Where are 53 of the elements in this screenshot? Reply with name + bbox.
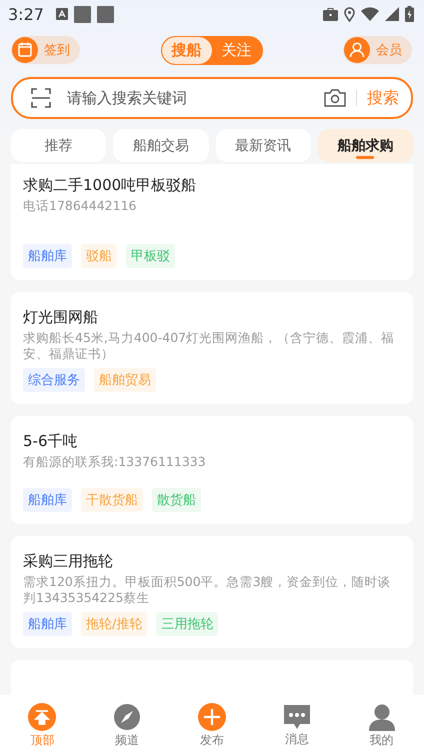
post-title: 灯光围网船 bbox=[23, 307, 99, 328]
post-description: 需求120系扭力。甲板面积500平。急需3艘，资金到位，随时谈判13435354225蔡生 bbox=[23, 574, 392, 606]
tag: 三用拖轮 bbox=[156, 612, 218, 636]
tag: 散货船 bbox=[152, 488, 201, 512]
person-icon bbox=[344, 37, 370, 63]
post-card[interactable]: 灯光围网船 求购船长45米,马力400-407灯光围网渔船，（含宁德、霞浦、福安、福鼎证书） 综合服务 船舶贸易 bbox=[11, 292, 413, 404]
toggle-tab[interactable]: 关注 bbox=[212, 36, 262, 64]
tag: 干散货船 bbox=[81, 488, 143, 512]
tag: 船舶库 bbox=[23, 488, 72, 512]
post-card[interactable]: 采购三用拖轮 需求120系扭力。甲板面积500平。急需3艘，资金到位，随时谈判13435354225蔡生 船舶库 拖轮/推轮 三用拖轮 bbox=[11, 536, 413, 648]
status-time: 3:27 bbox=[8, 4, 44, 24]
briefcase-icon bbox=[323, 8, 338, 20]
person-icon bbox=[368, 703, 396, 731]
notification-icon bbox=[96, 6, 114, 22]
post-description: 有船源的联系我:13376111333 bbox=[23, 454, 207, 471]
toggle-tab[interactable]: 搜船 bbox=[162, 36, 212, 64]
post-card[interactable]: 5-6千吨 有船源的联系我:13376111333 船舶库 干散货船 散货船 bbox=[11, 416, 413, 524]
search-button[interactable]: 搜索 bbox=[367, 88, 399, 108]
tag: 船舶贸易 bbox=[94, 368, 156, 392]
notification-icon bbox=[74, 6, 91, 22]
camera-icon[interactable] bbox=[324, 89, 346, 107]
battery-icon bbox=[405, 6, 414, 22]
nav-item[interactable]: 我的 bbox=[339, 703, 424, 747]
post-title: 采购三用拖轮 bbox=[23, 551, 114, 572]
nav-item[interactable]: 发布 bbox=[170, 703, 254, 747]
post-description: 电话17864442116 bbox=[23, 198, 138, 215]
nav-item[interactable]: 频道 bbox=[84, 703, 170, 747]
scan-icon bbox=[31, 88, 51, 108]
compass-icon bbox=[113, 703, 142, 731]
wifi-icon bbox=[361, 7, 379, 21]
calendar-icon bbox=[12, 37, 38, 63]
tag: 综合服务 bbox=[23, 368, 85, 392]
post-description: 求购船长45米,马力400-407灯光围网渔船，（含宁德、霞浦、福安、福鼎证书） bbox=[23, 330, 396, 362]
post-title: 5-6千吨 bbox=[23, 431, 78, 452]
nav-item[interactable]: 消息 bbox=[254, 704, 340, 746]
category-tab[interactable]: 船舶交易 bbox=[113, 129, 208, 162]
tag: 甲板驳 bbox=[126, 244, 175, 268]
post-title: 求购二手1000吨甲板驳船 bbox=[23, 175, 198, 196]
post-card[interactable]: 求购二手1000吨甲板驳船 电话17864442116 船舶库 驳船 甲板驳 bbox=[11, 164, 413, 280]
tag: 驳船 bbox=[81, 244, 117, 268]
tag: 船舶库 bbox=[23, 612, 72, 636]
tag: 拖轮/推轮 bbox=[81, 612, 148, 636]
tag: 船舶库 bbox=[23, 244, 72, 268]
nav-item[interactable]: 顶部 bbox=[0, 703, 85, 747]
category-tab[interactable]: 船舶求购 bbox=[318, 129, 413, 162]
category-tab[interactable]: 最新资讯 bbox=[216, 129, 311, 162]
location-icon bbox=[344, 6, 355, 22]
category-tab[interactable]: 推荐 bbox=[11, 129, 106, 162]
plus-icon bbox=[198, 703, 226, 731]
signal-icon bbox=[385, 7, 399, 21]
chat-icon bbox=[282, 704, 311, 730]
search-field[interactable]: 请输入搜索关键词 搜索 bbox=[11, 77, 413, 119]
notification-icon bbox=[56, 8, 68, 20]
